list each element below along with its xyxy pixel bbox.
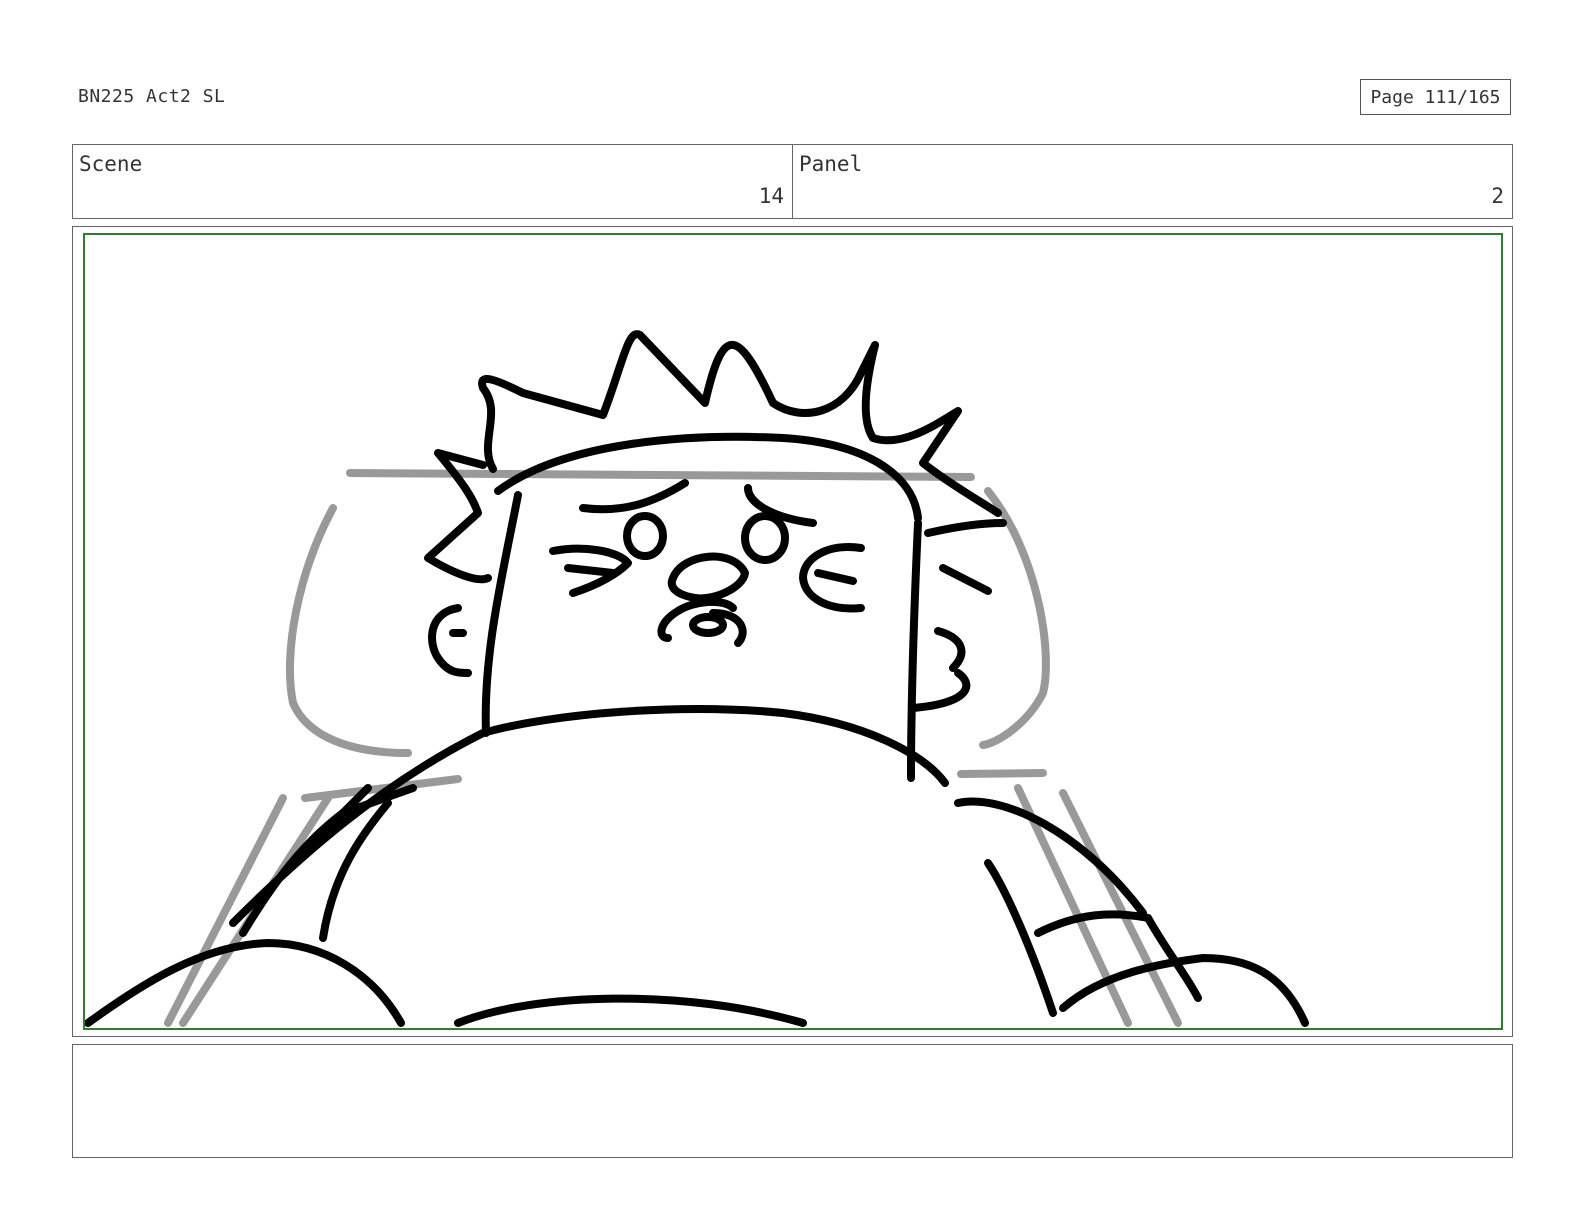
page-indicator: Page 111/165 (1360, 79, 1511, 115)
safe-area-frame (83, 233, 1503, 1030)
scene-cell: Scene 14 (73, 145, 792, 218)
scene-number: 14 (758, 184, 784, 208)
scene-label: Scene (79, 152, 143, 176)
scene-panel-info: Scene 14 Panel 2 (72, 144, 1513, 219)
panel-number: 2 (1491, 184, 1504, 208)
panel-cell: Panel 2 (792, 145, 1512, 218)
page-indicator-label: Page 111/165 (1370, 86, 1501, 108)
panel-notes (72, 1044, 1513, 1158)
document-title: BN225 Act2 SL (78, 86, 226, 107)
panel-label: Panel (799, 152, 863, 176)
